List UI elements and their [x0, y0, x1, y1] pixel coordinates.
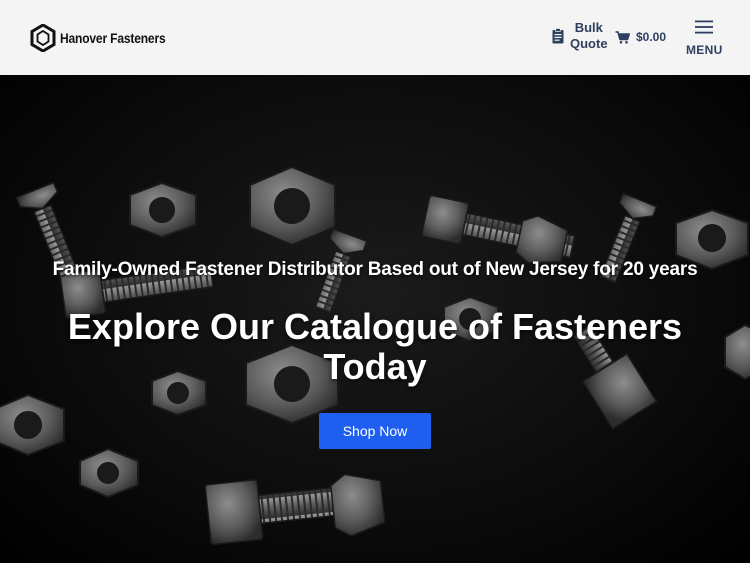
menu-button[interactable]: MENU	[686, 20, 722, 57]
hero-title: Explore Our Catalogue of Fasteners Today	[0, 307, 750, 387]
site-header: Hanover Fasteners Bulk Quote $0.00 MENU	[0, 0, 750, 75]
bulk-quote-label: Bulk Quote	[570, 20, 608, 51]
hero-banner: Family-Owned Fastener Distributor Based …	[0, 75, 750, 563]
bulk-quote-link[interactable]: Bulk Quote	[552, 20, 608, 52]
shop-now-button[interactable]: Shop Now	[319, 413, 431, 449]
menu-label: MENU	[686, 43, 723, 57]
hero-title-line-1: Explore Our Catalogue of Fasteners	[67, 306, 683, 347]
hamburger-icon	[695, 20, 713, 34]
clipboard-icon	[552, 28, 564, 44]
cart-icon	[615, 30, 630, 44]
brand-logo[interactable]: Hanover Fasteners	[30, 24, 183, 52]
hexagon-nut-icon	[30, 24, 56, 52]
hero-subtitle: Family-Owned Fastener Distributor Based …	[52, 259, 698, 280]
cart-total: $0.00	[636, 30, 667, 44]
brand-name: Hanover Fasteners	[60, 30, 166, 46]
hero-title-line-2: Today	[323, 346, 427, 387]
cart-link[interactable]: $0.00	[615, 30, 666, 44]
